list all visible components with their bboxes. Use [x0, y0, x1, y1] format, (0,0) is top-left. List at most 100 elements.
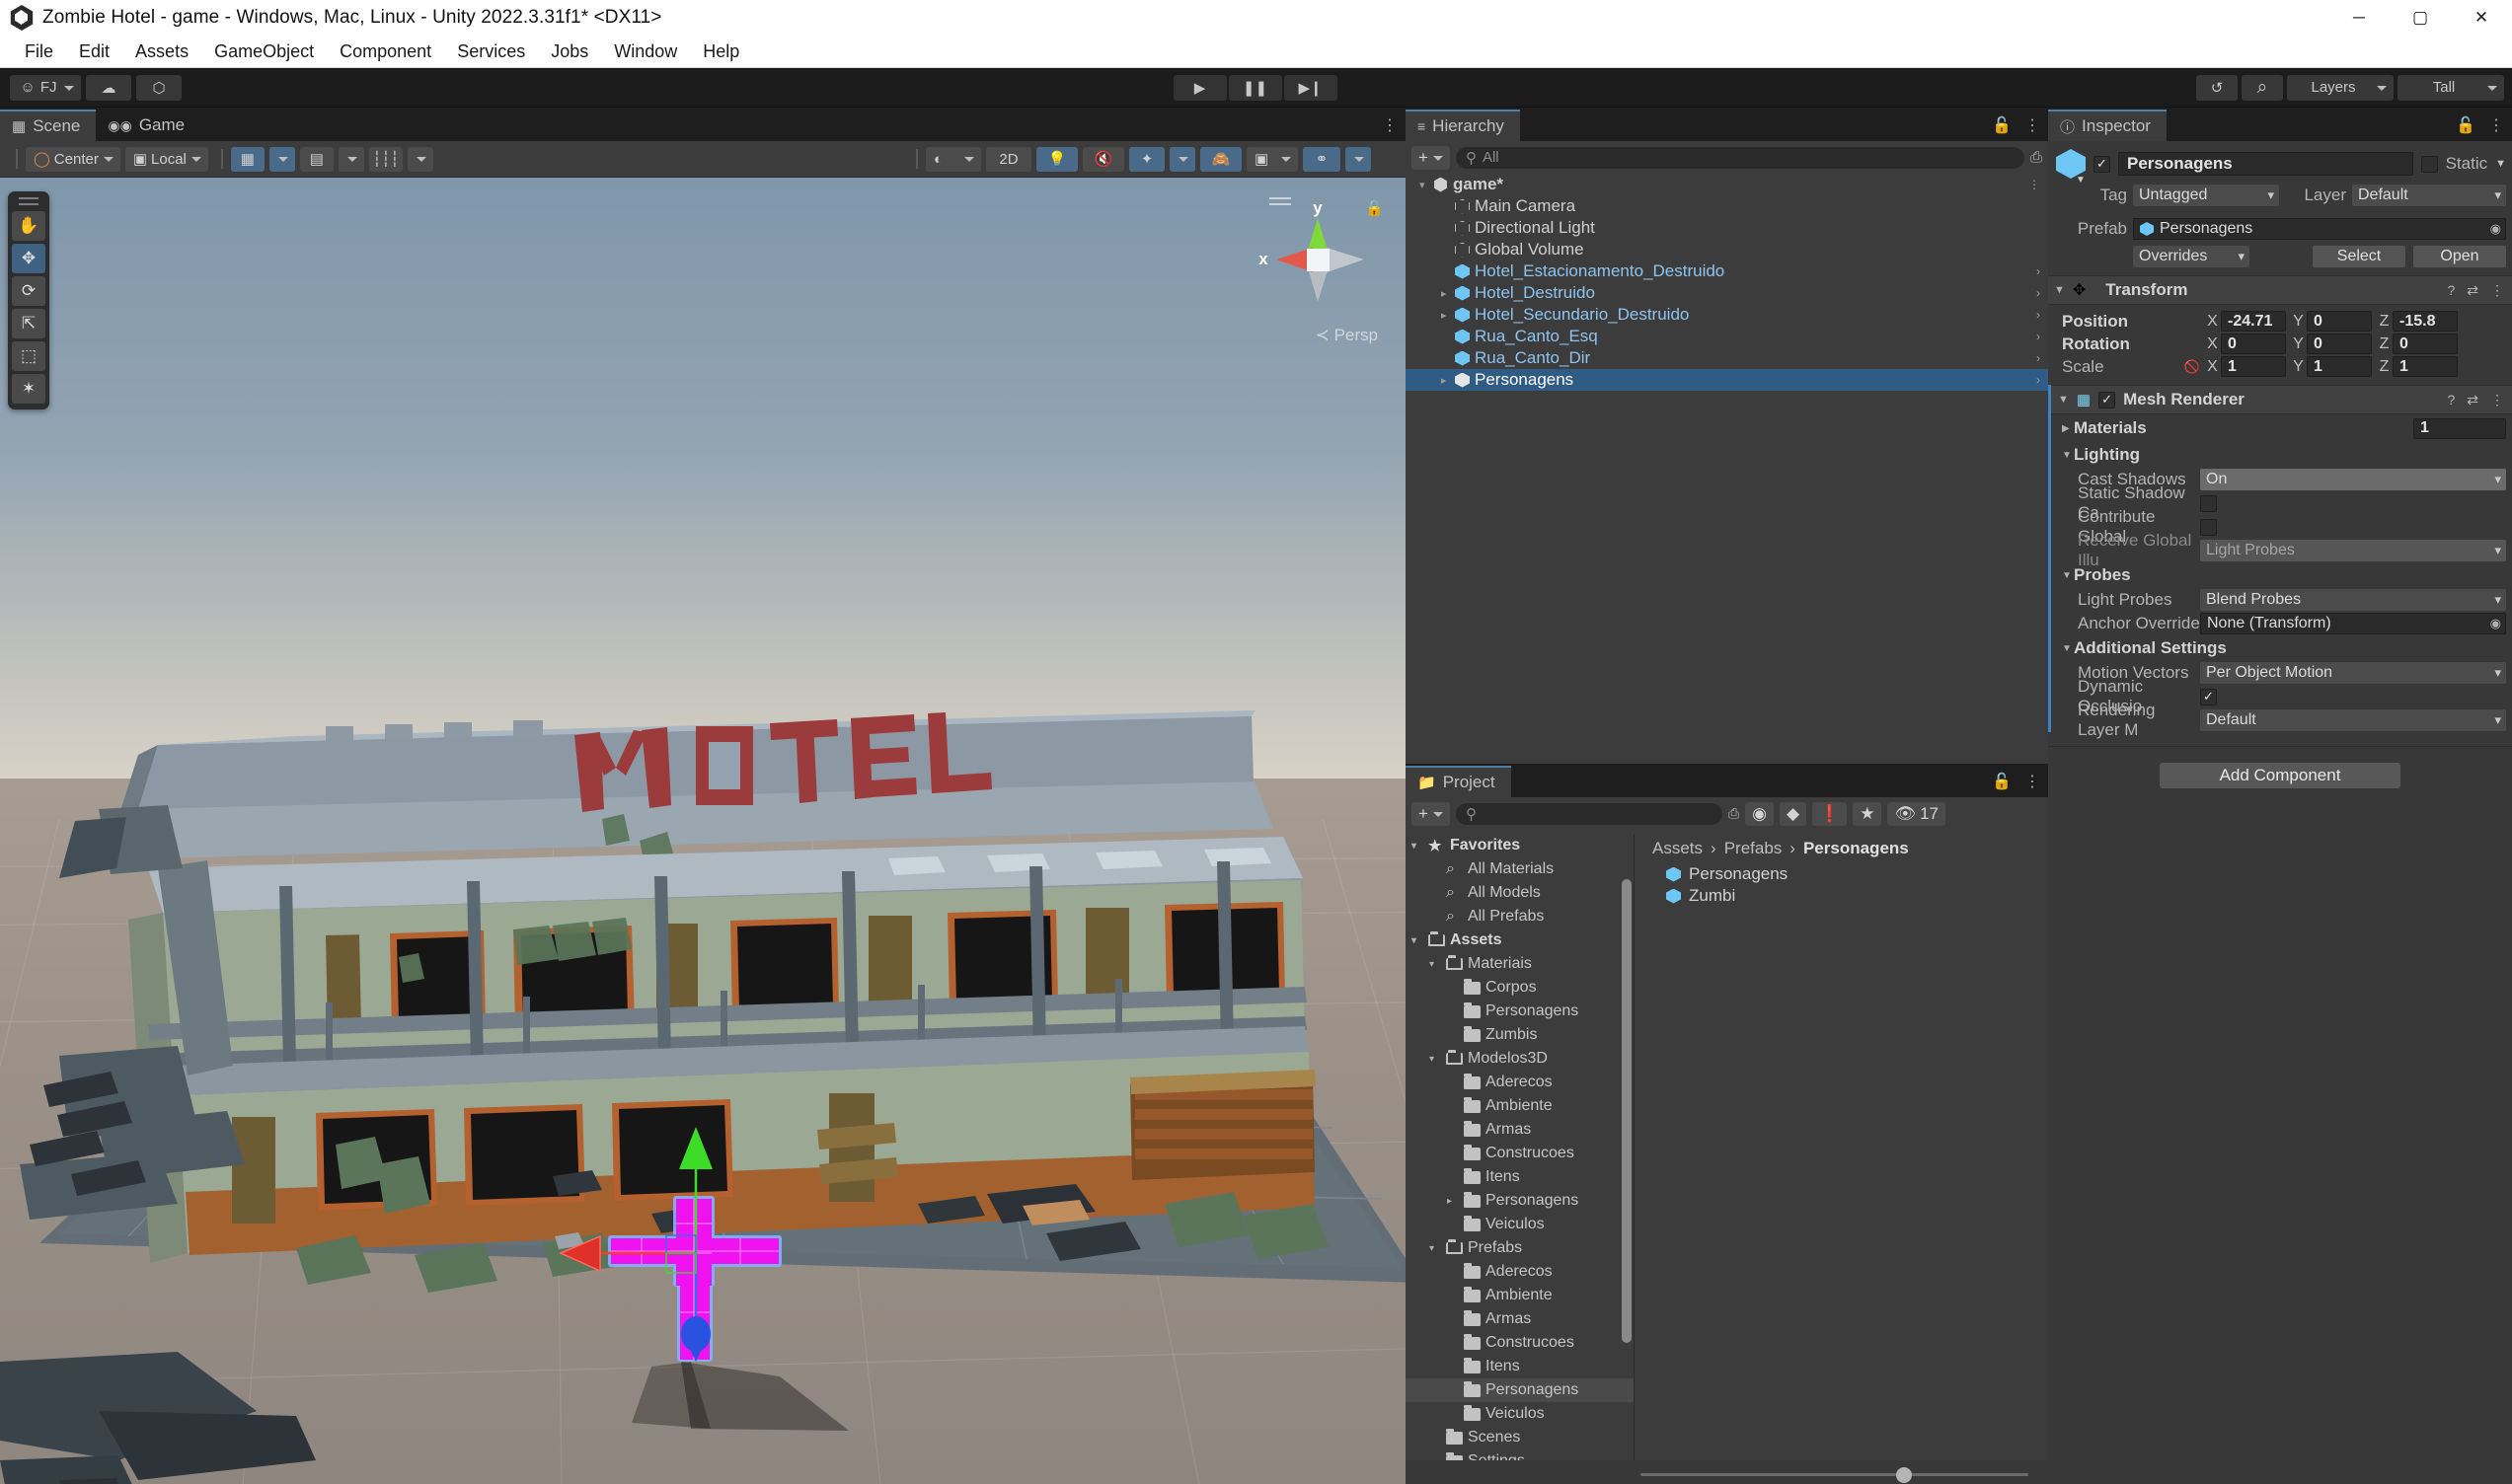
probes-group-row[interactable]: ▼ Probes: [2048, 562, 2512, 588]
minimize-button[interactable]: ─: [2328, 0, 2390, 36]
hierarchy-item-global-volume[interactable]: Global Volume: [1406, 239, 2048, 260]
project-tree-item-itens[interactable]: Itens: [1406, 1165, 1634, 1189]
shading-mode-dropdown[interactable]: ◐: [926, 146, 981, 172]
inspector-menu-icon[interactable]: ⋮: [2488, 115, 2504, 135]
asset-item-personagens[interactable]: Personagens: [1635, 863, 2048, 885]
mesh-renderer-foldout-arrow[interactable]: ▼: [2058, 394, 2069, 406]
pause-button[interactable]: ❚❚: [1228, 74, 1282, 101]
static-shadow-caster-checkbox[interactable]: [2200, 494, 2217, 512]
component-menu-icon[interactable]: ⋮: [2490, 392, 2504, 408]
project-tree-item-personagens[interactable]: Personagens: [1406, 1000, 1634, 1023]
expand-arrow-icon[interactable]: ▸: [1441, 374, 1455, 387]
expand-arrow-icon[interactable]: ▸: [1447, 1196, 1459, 1207]
gizmos-dropdown[interactable]: [1345, 146, 1371, 172]
project-tree-item-ambiente[interactable]: Ambiente: [1406, 1284, 1634, 1307]
scene-context-menu-icon[interactable]: ⋮: [2028, 178, 2040, 191]
preset-icon[interactable]: ⇄: [2467, 392, 2478, 408]
menu-item-file[interactable]: File: [12, 36, 66, 68]
expand-arrow-icon[interactable]: ▸: [1441, 309, 1455, 322]
label-filter-button[interactable]: ◆: [1779, 801, 1807, 826]
project-lock-icon[interactable]: 🔓: [1992, 772, 2012, 791]
rendering-layer-mask-dropdown[interactable]: Default: [2200, 709, 2506, 731]
transform-scale-x-field[interactable]: 1: [2221, 356, 2286, 377]
pivot-mode-dropdown[interactable]: ◯ Center: [26, 146, 120, 172]
project-menu-icon[interactable]: ⋮: [2024, 772, 2040, 791]
contribute-global-illumination-checkbox[interactable]: [2200, 518, 2217, 536]
favorite-filter-button[interactable]: ★: [1853, 801, 1882, 826]
project-search-input[interactable]: ⚲: [1455, 802, 1722, 825]
preset-icon[interactable]: ⇄: [2467, 282, 2478, 299]
hierarchy-lock-icon[interactable]: 🔓: [1992, 115, 2012, 135]
lighting-foldout-arrow[interactable]: ▼: [2062, 450, 2074, 461]
lighting-group-row[interactable]: ▼ Lighting: [2048, 442, 2512, 468]
layout-dropdown[interactable]: Tall: [2398, 74, 2504, 101]
help-icon[interactable]: ?: [2447, 392, 2455, 408]
materials-row[interactable]: ▶ Materials 1: [2048, 414, 2512, 442]
menu-item-edit[interactable]: Edit: [66, 36, 122, 68]
hierarchy-item-hotel-secundario-destruido[interactable]: ▸ Hotel_Secundario_Destruido ›: [1406, 304, 2048, 326]
open-button[interactable]: Open: [2413, 246, 2506, 267]
anchor-override-field[interactable]: None (Transform) ◉: [2200, 613, 2506, 634]
expand-arrow-icon[interactable]: ▾: [1419, 179, 1433, 191]
transform-rotation-z-field[interactable]: 0: [2393, 334, 2458, 354]
light-probes-dropdown[interactable]: Blend Probes: [2200, 589, 2506, 611]
project-tree-item-personagens[interactable]: ▸ Personagens: [1406, 1189, 1634, 1213]
hierarchy-item-rua-canto-esq[interactable]: Rua_Canto_Esq ›: [1406, 326, 2048, 347]
hierarchy-item-personagens[interactable]: ▸ Personagens ›: [1406, 369, 2048, 391]
handle-rotation-dropdown[interactable]: ▣ Local: [124, 146, 208, 172]
object-enabled-checkbox[interactable]: ✓: [2093, 155, 2110, 173]
expand-arrow-icon[interactable]: ▾: [1429, 959, 1441, 970]
menu-item-assets[interactable]: Assets: [122, 36, 201, 68]
hierarchy-item-game-[interactable]: ▾ game* ⋮: [1406, 174, 2048, 195]
hierarchy-search-input[interactable]: ⚲ All: [1455, 146, 2024, 169]
project-tree-item-aderecos[interactable]: Aderecos: [1406, 1071, 1634, 1094]
static-checkbox[interactable]: [2420, 155, 2438, 173]
hidden-objects-toggle[interactable]: 🙈: [1200, 146, 1242, 172]
transform-rotation-x-field[interactable]: 0: [2221, 334, 2286, 354]
project-tree-item-armas[interactable]: Armas: [1406, 1307, 1634, 1331]
project-tree-item-armas[interactable]: Armas: [1406, 1118, 1634, 1142]
asset-item-zumbi[interactable]: Zumbi: [1635, 885, 2048, 907]
layer-dropdown[interactable]: Default: [2352, 185, 2506, 206]
object-picker-icon[interactable]: ◉: [2490, 221, 2501, 237]
overrides-dropdown[interactable]: Overrides: [2133, 246, 2249, 267]
scene-orientation-gizmo[interactable]: y x: [1244, 186, 1392, 334]
additional-settings-group-row[interactable]: ▼ Additional Settings: [2048, 635, 2512, 661]
grid-snapping-dropdown[interactable]: [268, 146, 295, 172]
global-search-button[interactable]: ⌕: [2242, 74, 2283, 101]
project-tree-item-personagens[interactable]: Personagens: [1406, 1378, 1634, 1402]
menu-item-gameobject[interactable]: GameObject: [201, 36, 327, 68]
expand-arrow-icon[interactable]: ▾: [1429, 1243, 1441, 1254]
account-button[interactable]: ☺ FJ: [10, 74, 81, 101]
transform-scale-z-field[interactable]: 1: [2393, 356, 2458, 377]
snap-increment-dropdown[interactable]: [338, 146, 364, 172]
hand-tool[interactable]: ✋: [12, 211, 45, 241]
close-button[interactable]: ✕: [2451, 0, 2512, 36]
expand-arrow-icon[interactable]: ▾: [1429, 1054, 1441, 1065]
transform-component-header[interactable]: ▼ ✥ Transform ? ⇄ ⋮: [2048, 275, 2512, 305]
projection-mode-label[interactable]: ≺ Persp: [1316, 326, 1378, 345]
hierarchy-item-directional-light[interactable]: Directional Light: [1406, 217, 2048, 239]
maximize-button[interactable]: ▢: [2390, 0, 2451, 36]
tab-inspector[interactable]: ⓘ Inspector: [2048, 110, 2167, 141]
prefab-open-chevron-icon[interactable]: ›: [2036, 373, 2040, 387]
object-name-field[interactable]: Personagens: [2118, 152, 2413, 176]
hierarchy-menu-icon[interactable]: ⋮: [2024, 115, 2040, 135]
hierarchy-item-hotel-estacionamento-destruido[interactable]: Hotel_Estacionamento_Destruido ›: [1406, 260, 2048, 282]
cast-shadows-dropdown[interactable]: On: [2200, 469, 2506, 490]
project-tree-item-all-materials[interactable]: ⌕ All Materials: [1406, 857, 1634, 881]
project-tree-item-modelos3d[interactable]: ▾ Modelos3D: [1406, 1047, 1634, 1071]
scene-viewport[interactable]: ✋ ✥ ⟳ ⇱ ⬚ ✶ 🔓 y x ≺ Persp: [0, 178, 1406, 1484]
probes-foldout-arrow[interactable]: ▼: [2062, 570, 2074, 581]
object-picker-icon[interactable]: ◉: [2490, 616, 2501, 631]
undo-history-button[interactable]: ↺: [2196, 74, 2238, 101]
prefab-open-chevron-icon[interactable]: ›: [2036, 264, 2040, 278]
hierarchy-item-main-camera[interactable]: Main Camera: [1406, 195, 2048, 217]
grid-snapping-button[interactable]: ▦: [230, 146, 265, 172]
prefab-open-chevron-icon[interactable]: ›: [2036, 351, 2040, 365]
static-dropdown-arrow[interactable]: ▼: [2495, 158, 2506, 170]
expand-arrow-icon[interactable]: ▸: [1441, 287, 1455, 300]
scene-audio-toggle[interactable]: 🔇: [1083, 146, 1124, 172]
two-d-toggle[interactable]: 2D: [986, 146, 1031, 172]
project-zoom-slider[interactable]: [1640, 1467, 2028, 1483]
